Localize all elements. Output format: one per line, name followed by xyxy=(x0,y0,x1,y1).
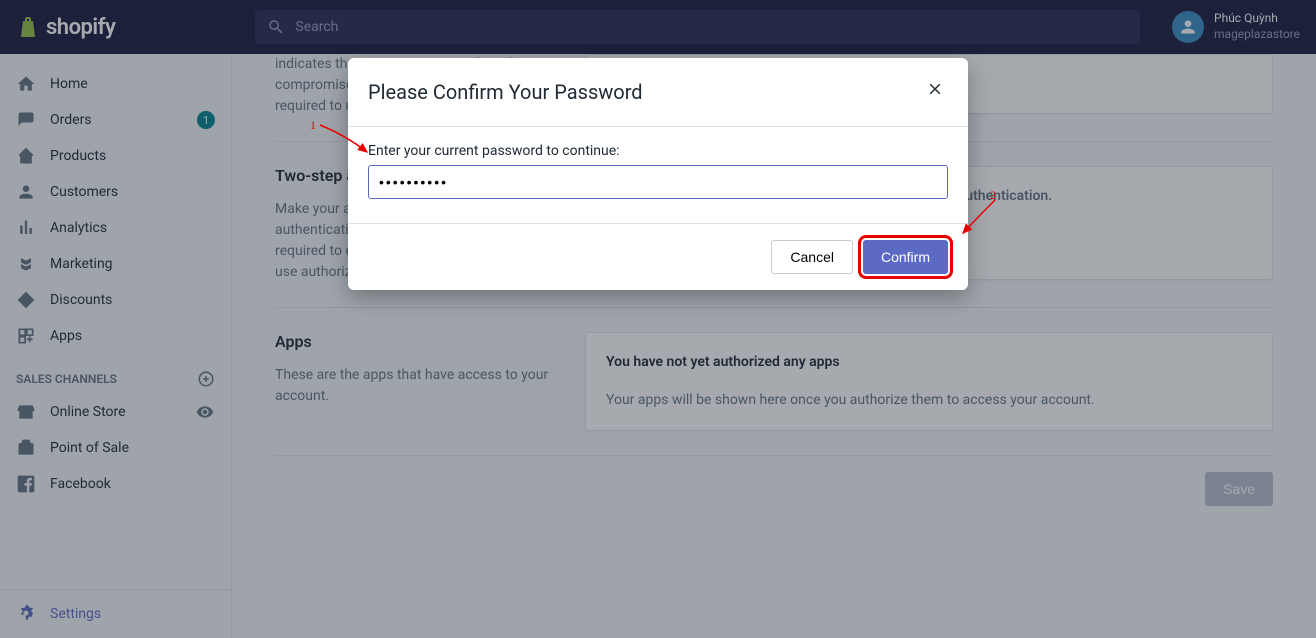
password-label: Enter your current password to continue: xyxy=(368,143,948,159)
password-input[interactable] xyxy=(368,165,948,199)
modal-title: Please Confirm Your Password xyxy=(368,80,643,104)
modal-overlay[interactable]: Please Confirm Your Password Enter your … xyxy=(0,0,1316,638)
confirm-password-modal: Please Confirm Your Password Enter your … xyxy=(348,58,968,290)
cancel-button[interactable]: Cancel xyxy=(771,240,853,274)
close-icon xyxy=(926,80,944,98)
modal-close-button[interactable] xyxy=(922,76,948,108)
confirm-button[interactable]: Confirm xyxy=(863,240,948,274)
